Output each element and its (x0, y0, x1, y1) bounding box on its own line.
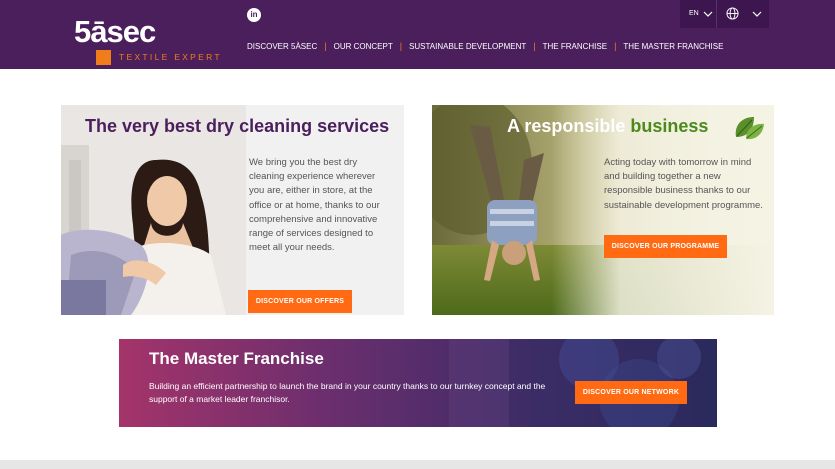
divider (716, 0, 717, 28)
footer-strip (0, 460, 835, 469)
language-selector[interactable]: EN (680, 0, 769, 28)
site-header: 5āsec TEXTILE EXPERT in DISCOVER 5ÀSEC |… (0, 0, 835, 69)
logo-wordmark: 5āsec (74, 14, 156, 49)
nav-item-discover[interactable]: DISCOVER 5ÀSEC (247, 42, 317, 51)
leaf-icon (735, 117, 764, 140)
linkedin-icon[interactable]: in (247, 8, 261, 22)
nav-item-franchise[interactable]: THE FRANCHISE (543, 42, 607, 51)
nav-separator: | (614, 41, 617, 51)
logo[interactable]: 5āsec TEXTILE EXPERT (74, 14, 234, 66)
responsible-card: A responsible business Acting today with… (432, 105, 774, 315)
services-card: The very best dry cleaning services We b… (61, 105, 404, 315)
discover-network-button[interactable]: DISCOVER OUR NETWORK (575, 381, 687, 404)
banner-title: The Master Franchise (149, 349, 324, 368)
language-label: EN (689, 10, 699, 17)
banner-description: Building an efficient partnership to lau… (149, 381, 546, 404)
nav-separator: | (399, 41, 403, 51)
card-description: Acting today with tomorrow in mind and b… (604, 157, 763, 211)
nav-item-sustainable[interactable]: SUSTAINABLE DEVELOPMENT (409, 42, 526, 51)
globe-icon[interactable] (726, 7, 739, 20)
logo-tagline: TEXTILE EXPERT (119, 52, 222, 62)
nav-item-master-franchise[interactable]: THE MASTER FRANCHISE (623, 42, 723, 51)
nav-separator: | (324, 41, 327, 51)
nav-separator: | (533, 41, 536, 51)
nav-item-concept[interactable]: OUR CONCEPT (334, 42, 393, 51)
discover-programme-button[interactable]: DISCOVER OUR PROGRAMME (604, 235, 727, 258)
card-title-part1: A responsible (507, 116, 626, 136)
card-title: The very best dry cleaning services (85, 116, 390, 136)
discover-offers-button[interactable]: DISCOVER OUR OFFERS (248, 290, 352, 313)
card-description: We bring you the best dry cleaning exper… (249, 157, 380, 254)
card-title: A responsible business (507, 116, 708, 137)
main-nav: DISCOVER 5ÀSEC | OUR CONCEPT | SUSTAINAB… (247, 40, 723, 52)
logo-orange-bar (96, 50, 111, 65)
chevron-down-icon (703, 11, 713, 17)
master-franchise-banner: The Master Franchise Building an efficie… (119, 339, 717, 427)
chevron-down-icon[interactable] (752, 9, 762, 19)
card-title-part2: business (630, 116, 709, 136)
